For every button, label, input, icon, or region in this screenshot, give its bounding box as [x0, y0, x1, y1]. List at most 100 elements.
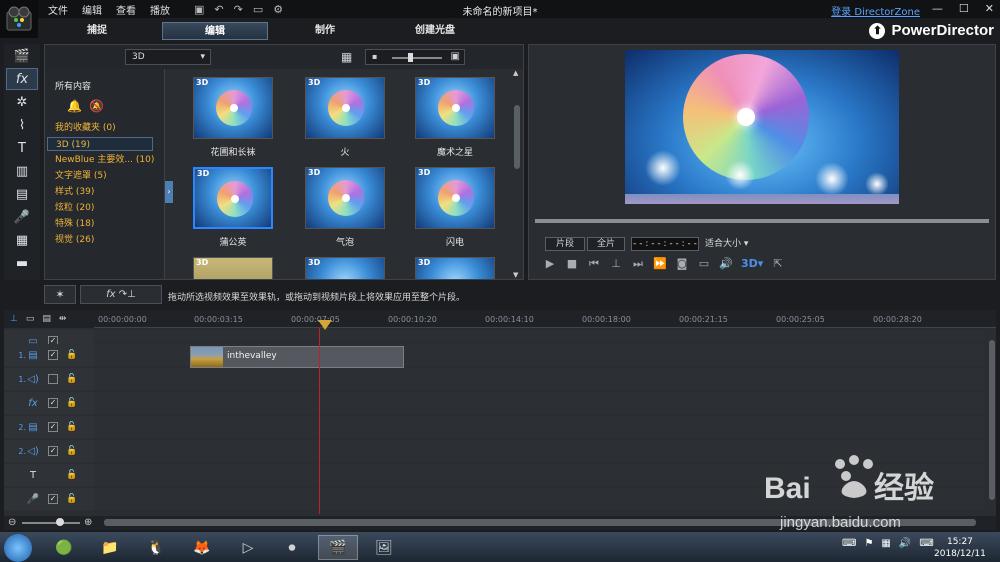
category-dropdown[interactable]: 3D ▾ [125, 49, 211, 65]
effect-room-icon[interactable]: fx [6, 68, 38, 90]
tab-capture[interactable]: 捕捉 [44, 22, 150, 40]
title-room-icon[interactable]: T [6, 137, 38, 159]
firefox-icon[interactable]: 🦊 [182, 535, 222, 560]
time-ruler[interactable]: 00:00:00:00 00:00:03:15 00:00:07:05 00:0… [94, 310, 996, 330]
menu-edit[interactable]: 编辑 [82, 2, 102, 17]
system-clock[interactable]: 15:27 2018/12/11 [934, 536, 986, 560]
track-body[interactable] [94, 392, 984, 414]
preview-screen[interactable] [625, 50, 899, 204]
zoom-knob[interactable] [56, 518, 64, 526]
thumbnail-size-slider[interactable]: ▪ ▣ [365, 49, 465, 65]
tab-create-disc[interactable]: 创建光盘 [382, 22, 488, 40]
lock-icon[interactable]: 🔓 [66, 470, 77, 480]
chapter-room-icon[interactable]: ▦ [6, 229, 38, 251]
track-body[interactable] [94, 464, 984, 486]
flag-icon[interactable]: ⚑ [864, 538, 873, 549]
login-link[interactable]: 登录 DirectorZone [831, 3, 920, 18]
aspect-ratio-icon[interactable]: ▭ [253, 3, 263, 16]
menu-file[interactable]: 文件 [48, 2, 68, 17]
playhead-handle[interactable] [318, 320, 332, 330]
movie-mode-button[interactable]: 全片 [587, 237, 625, 251]
fast-forward-icon[interactable]: ⏩ [653, 257, 667, 271]
folder-3d[interactable]: 3D (19) [47, 137, 153, 151]
input-method-icon[interactable]: ⌨ [919, 538, 933, 549]
tab-edit[interactable]: 编辑 [162, 22, 268, 40]
track-manager-icon[interactable]: ▤ [42, 314, 51, 324]
collapse-panel-icon[interactable]: › [165, 181, 173, 203]
track-body[interactable] [94, 440, 984, 462]
volume-icon[interactable]: 🔊 [899, 538, 911, 549]
track-enable-checkbox[interactable]: ✓ [48, 446, 58, 456]
effect-thumb[interactable]: 3D 气泡 [295, 167, 395, 248]
lock-icon[interactable]: 🔓 [66, 494, 77, 504]
track-enable-checkbox[interactable]: ✓ [48, 398, 58, 408]
folder-newblue[interactable]: NewBlue 主要效... (10) [55, 153, 161, 167]
timeline-hscrollbar[interactable] [104, 519, 976, 526]
close-icon[interactable]: ✕ [985, 2, 994, 15]
photo-viewer-icon[interactable]: 🖼 [364, 535, 404, 560]
tab-produce[interactable]: 制作 [272, 22, 378, 40]
play-icon[interactable]: ▶ [543, 257, 557, 271]
subtitle-room-icon[interactable]: ▬ [6, 252, 38, 274]
maximize-icon[interactable]: ☐ [959, 2, 969, 15]
scroll-down-icon[interactable]: ▼ [513, 271, 518, 279]
lock-icon[interactable]: 🔓 [66, 446, 77, 456]
fit-size-dropdown[interactable]: 适合大小 ▾ [705, 237, 763, 251]
folder-style[interactable]: 样式 (39) [55, 185, 161, 199]
timeline-vscrollbar[interactable] [988, 340, 996, 510]
track-enable-checkbox[interactable] [48, 374, 58, 384]
effect-thumb[interactable]: 3D [183, 257, 283, 279]
volume-icon[interactable]: 🔊 [719, 257, 733, 271]
track-enable-checkbox[interactable]: ✓ [48, 350, 58, 360]
powerdirector-task-icon[interactable]: 🎬 [318, 535, 358, 560]
folder-special[interactable]: 特殊 (18) [55, 217, 161, 231]
voice-over-icon[interactable]: 🎤 [6, 206, 38, 228]
record-icon[interactable]: ⏺ [272, 535, 312, 560]
video-clip[interactable]: inthevalley [190, 346, 404, 368]
menu-play[interactable]: 播放 [150, 2, 170, 17]
track-body[interactable] [94, 416, 984, 438]
lock-icon[interactable]: 🔓 [66, 422, 77, 432]
redo-icon[interactable]: ↷ [234, 3, 243, 16]
dual-monitor-icon[interactable]: ▭ [697, 257, 711, 271]
network-icon[interactable]: ▦ [881, 538, 890, 549]
folder-text-mask[interactable]: 文字遮罩 (5) [55, 169, 161, 183]
3d-mode-icon[interactable]: 3D▾ [741, 257, 763, 271]
media-player-icon[interactable]: ▷ [228, 535, 268, 560]
grid-view-icon[interactable]: ▦ [341, 50, 352, 64]
effect-thumb[interactable]: 3D 魔术之星 [405, 77, 505, 158]
timeline-view-icon[interactable]: ⊥ [10, 314, 18, 324]
undock-icon[interactable]: ⇱ [771, 257, 785, 271]
remove-tag-icon[interactable]: 🔕 [89, 99, 104, 113]
snapshot-icon[interactable]: ◙ [675, 257, 689, 271]
menu-view[interactable]: 查看 [116, 2, 136, 17]
storyboard-view-icon[interactable]: ▭ [26, 314, 35, 324]
effect-thumb[interactable]: 3D 闪电 [405, 167, 505, 248]
settings-icon[interactable]: ⚙ [273, 3, 283, 16]
start-button[interactable] [4, 534, 32, 562]
qq-icon[interactable]: 🐧 [136, 535, 176, 560]
particle-room-icon[interactable]: ⌇ [6, 114, 38, 136]
effect-thumb[interactable]: 3D 花圃和长袜 [183, 77, 283, 158]
audio-mixing-icon[interactable]: ▤ [6, 183, 38, 205]
minimize-icon[interactable]: — [932, 2, 943, 15]
preview-progress-bar[interactable] [535, 219, 989, 223]
browser-360-icon[interactable]: 🟢 [44, 535, 84, 560]
library-scrollbar[interactable]: ▲ ▼ [513, 69, 521, 279]
lock-icon[interactable]: 🔓 [66, 374, 77, 384]
file-explorer-icon[interactable]: 📁 [90, 535, 130, 560]
zoom-out-icon[interactable]: ⊖ [8, 517, 16, 528]
add-to-track-button[interactable]: ✶ [44, 285, 76, 304]
slider-knob[interactable] [408, 53, 413, 62]
clip-mode-button[interactable]: 片段 [545, 237, 585, 251]
track-enable-checkbox[interactable]: ✓ [48, 494, 58, 504]
keyboard-icon[interactable]: ⌨ [842, 538, 856, 549]
track-body[interactable]: inthevalley [94, 344, 984, 368]
effect-thumb[interactable]: 3D [295, 257, 395, 279]
stop-icon[interactable]: ■ [565, 257, 579, 271]
apply-effect-button[interactable]: fx ↷⊥ [80, 285, 162, 304]
effect-thumb[interactable]: 3D 火 [295, 77, 395, 158]
track-enable-checkbox[interactable]: ✓ [48, 422, 58, 432]
fit-timeline-icon[interactable]: ⇹ [59, 314, 67, 324]
lock-icon[interactable]: 🔓 [66, 350, 77, 360]
